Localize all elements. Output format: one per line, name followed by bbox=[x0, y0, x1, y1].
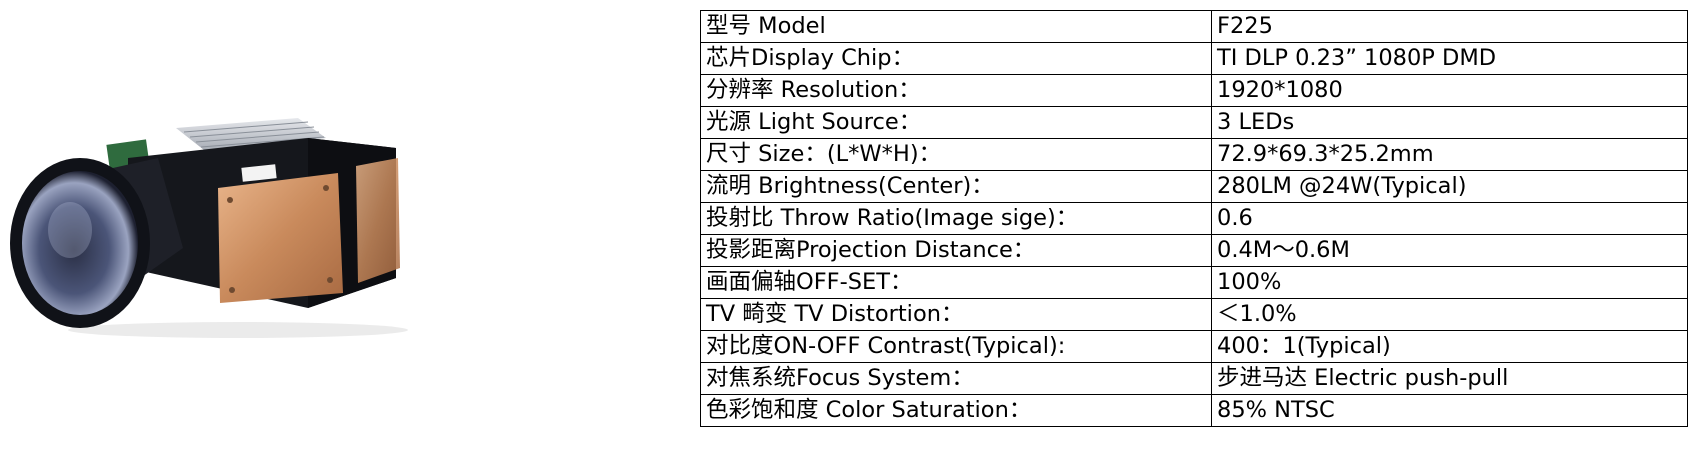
spec-value: F225 bbox=[1211, 10, 1688, 43]
product-photo bbox=[10, 118, 408, 338]
spec-label: 对焦系统Focus System： bbox=[700, 362, 1212, 395]
spec-label: 画面偏轴OFF-SET： bbox=[700, 266, 1212, 299]
spec-row-tv-distortion: TV 畸变 TV Distortion： ＜1.0% bbox=[700, 298, 1688, 331]
spec-label: 分辨率 Resolution： bbox=[700, 74, 1212, 107]
spec-value: 400：1(Typical) bbox=[1211, 330, 1688, 363]
spec-label: TV 畸变 TV Distortion： bbox=[700, 298, 1212, 331]
spec-label: 投射比 Throw Ratio(Image sige)： bbox=[700, 202, 1212, 235]
spec-value: TI DLP 0.23” 1080P DMD bbox=[1211, 42, 1688, 75]
spec-value: 步进马达 Electric push-pull bbox=[1211, 362, 1688, 395]
spec-label: 芯片Display Chip： bbox=[700, 42, 1212, 75]
spec-row-brightness: 流明 Brightness(Center)： 280LM @24W(Typica… bbox=[700, 170, 1688, 203]
spec-row-model: 型号 Model F225 bbox=[700, 10, 1688, 43]
spec-label: 色彩饱和度 Color Saturation： bbox=[700, 394, 1212, 427]
spec-label: 投影距离Projection Distance： bbox=[700, 234, 1212, 267]
spec-value: 3 LEDs bbox=[1211, 106, 1688, 139]
spec-value: 280LM @24W(Typical) bbox=[1211, 170, 1688, 203]
spec-value: 85% NTSC bbox=[1211, 394, 1688, 427]
spec-label: 对比度ON-OFF Contrast(Typical): bbox=[700, 330, 1212, 363]
spec-value: 0.4M～0.6M bbox=[1211, 234, 1688, 267]
spec-row-offset: 画面偏轴OFF-SET： 100% bbox=[700, 266, 1688, 299]
spec-row-throw-ratio: 投射比 Throw Ratio(Image sige)： 0.6 bbox=[700, 202, 1688, 235]
spec-label: 光源 Light Source： bbox=[700, 106, 1212, 139]
spec-row-display-chip: 芯片Display Chip： TI DLP 0.23” 1080P DMD bbox=[700, 42, 1688, 75]
spec-table: 型号 Model F225 芯片Display Chip： TI DLP 0.2… bbox=[700, 10, 1688, 427]
spec-row-color-saturation: 色彩饱和度 Color Saturation： 85% NTSC bbox=[700, 394, 1688, 427]
spec-row-projection-distance: 投影距离Projection Distance： 0.4M～0.6M bbox=[700, 234, 1688, 267]
spec-row-focus-system: 对焦系统Focus System： 步进马达 Electric push-pul… bbox=[700, 362, 1688, 395]
spec-label: 流明 Brightness(Center)： bbox=[700, 170, 1212, 203]
spec-value: ＜1.0% bbox=[1211, 298, 1688, 331]
spec-value: 1920*1080 bbox=[1211, 74, 1688, 107]
spec-label: 型号 Model bbox=[700, 10, 1212, 43]
spec-value: 72.9*69.3*25.2mm bbox=[1211, 138, 1688, 171]
spec-value: 100% bbox=[1211, 266, 1688, 299]
spec-row-contrast: 对比度ON-OFF Contrast(Typical): 400：1(Typic… bbox=[700, 330, 1688, 363]
spec-row-light-source: 光源 Light Source： 3 LEDs bbox=[700, 106, 1688, 139]
spec-row-size: 尺寸 Size：(L*W*H)： 72.9*69.3*25.2mm bbox=[700, 138, 1688, 171]
spec-value: 0.6 bbox=[1211, 202, 1688, 235]
spec-row-resolution: 分辨率 Resolution： 1920*1080 bbox=[700, 74, 1688, 107]
spec-label: 尺寸 Size：(L*W*H)： bbox=[700, 138, 1212, 171]
